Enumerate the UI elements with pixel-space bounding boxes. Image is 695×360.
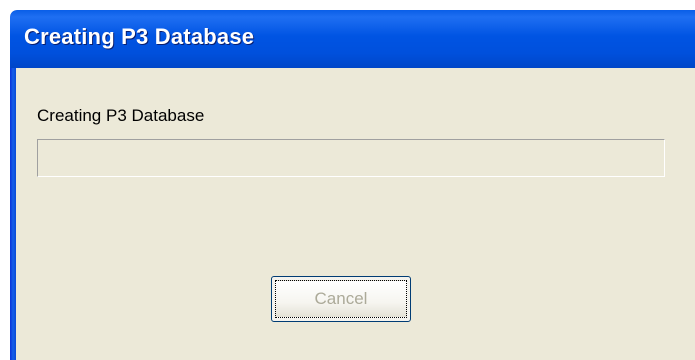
status-label: Creating P3 Database	[37, 106, 205, 125]
title-bar[interactable]: Creating P3 Database	[10, 10, 695, 68]
dialog-body: Creating P3 Database Cancel	[16, 68, 695, 360]
cancel-button[interactable]: Cancel	[271, 276, 411, 322]
cancel-button-label: Cancel	[275, 280, 407, 318]
progress-bar	[37, 139, 665, 177]
window-title: Creating P3 Database	[24, 24, 255, 49]
dialog-window: Creating P3 Database Creating P3 Databas…	[10, 10, 695, 360]
